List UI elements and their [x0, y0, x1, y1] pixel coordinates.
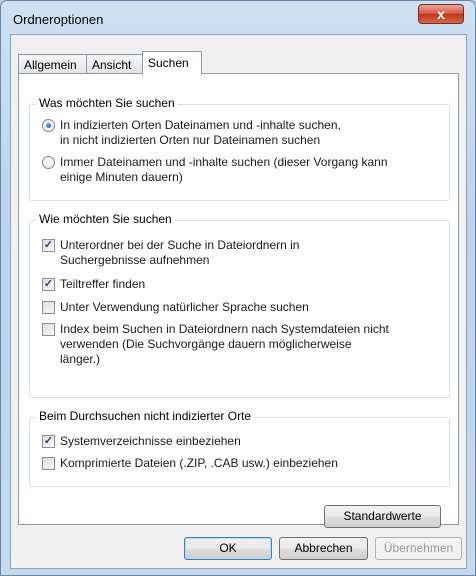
subfolders-label-line2: Suchergebnisse aufnehmen: [60, 253, 210, 267]
non-indexed-locations-group: Beim Durchsuchen nicht indizierter Orte …: [29, 409, 450, 487]
checkbox-unchecked[interactable]: [42, 301, 55, 314]
checkbox-checked[interactable]: ✓: [42, 239, 55, 252]
radio-always-label-line1: Immer Dateinamen und -inhalte suchen (di…: [60, 155, 388, 169]
checkbox-checked[interactable]: ✓: [42, 278, 55, 291]
what-to-search-group: Was möchten Sie suchen In indizierten Or…: [29, 96, 450, 201]
subfolders-label-line1: Unterordner bei der Suche in Dateiordner…: [60, 238, 300, 252]
checkbox-partial-matches[interactable]: ✓ Teiltreffer finden: [42, 277, 145, 292]
checkbox-compressed-files[interactable]: Komprimierte Dateien (.ZIP, .CAB usw.) e…: [42, 456, 338, 471]
tab-ansicht[interactable]: Ansicht: [86, 54, 143, 74]
radio-always-search-contents[interactable]: Immer Dateinamen und -inhalte suchen (di…: [42, 155, 388, 185]
checkbox-checked[interactable]: ✓: [42, 435, 55, 448]
compressed-files-label: Komprimierte Dateien (.ZIP, .CAB usw.) e…: [60, 456, 338, 470]
what-to-search-legend: Was möchten Sie suchen: [36, 96, 178, 110]
no-index-label-line3: länger.): [60, 352, 101, 366]
system-directories-label: Systemverzeichnisse einbeziehen: [60, 434, 241, 448]
ok-button[interactable]: OK: [184, 537, 272, 560]
tab-allgemein[interactable]: Allgemein: [18, 54, 87, 74]
radio-indexed-label-line2: in nicht indizierten Orten nur Dateiname…: [60, 133, 321, 147]
radio-indexed-locations[interactable]: In indizierten Orten Dateinamen und -inh…: [42, 118, 341, 148]
no-index-label: Index beim Suchen in Dateiordnern nach S…: [60, 322, 389, 367]
radio-always-label: Immer Dateinamen und -inhalte suchen (di…: [60, 155, 388, 185]
radio-always-label-line2: einige Minuten dauern): [60, 170, 183, 184]
natural-language-label: Unter Verwendung natürlicher Sprache suc…: [60, 300, 309, 314]
checkbox-include-subfolders[interactable]: ✓ Unterordner bei der Suche in Dateiordn…: [42, 238, 299, 268]
close-button[interactable]: x: [418, 4, 464, 24]
title-bar[interactable]: Ordneroptionen x: [1, 1, 475, 35]
partial-matches-label: Teiltreffer finden: [60, 277, 146, 291]
non-indexed-legend: Beim Durchsuchen nicht indizierter Orte: [36, 409, 255, 423]
no-index-label-line1: Index beim Suchen in Dateiordnern nach S…: [60, 322, 389, 336]
checkbox-natural-language[interactable]: Unter Verwendung natürlicher Sprache suc…: [42, 300, 309, 315]
checkbox-no-index-system-files[interactable]: Index beim Suchen in Dateiordnern nach S…: [42, 322, 389, 367]
radio-indexed-label-line1: In indizierten Orten Dateinamen und -inh…: [60, 118, 341, 132]
dialog-client-area: Allgemein Ansicht Suchen Was möchten Sie…: [10, 34, 467, 569]
radio-indexed-label: In indizierten Orten Dateinamen und -inh…: [60, 118, 341, 148]
no-index-label-line2: verwenden (Die Suchvorgänge dauern mögli…: [60, 337, 352, 351]
radio-button-selected[interactable]: [42, 119, 55, 132]
checkbox-unchecked[interactable]: [42, 457, 55, 470]
how-to-search-legend: Wie möchten Sie suchen: [36, 212, 175, 226]
tab-suchen[interactable]: Suchen: [142, 51, 202, 75]
folder-options-window: Ordneroptionen x Allgemein Ansicht Suche…: [0, 0, 476, 576]
cancel-button[interactable]: Abbrechen: [279, 537, 368, 560]
apply-button[interactable]: Übernehmen: [375, 537, 462, 560]
subfolders-label: Unterordner bei der Suche in Dateiordner…: [60, 238, 299, 268]
checkbox-system-directories[interactable]: ✓ Systemverzeichnisse einbeziehen: [42, 434, 241, 449]
window-title: Ordneroptionen: [13, 12, 104, 27]
radio-button[interactable]: [42, 156, 55, 169]
how-to-search-group: Wie möchten Sie suchen ✓ Unterordner bei…: [29, 212, 450, 398]
search-tab-panel: Was möchten Sie suchen In indizierten Or…: [18, 73, 459, 528]
checkbox-unchecked[interactable]: [42, 323, 55, 336]
restore-defaults-button[interactable]: Standardwerte: [324, 505, 441, 528]
